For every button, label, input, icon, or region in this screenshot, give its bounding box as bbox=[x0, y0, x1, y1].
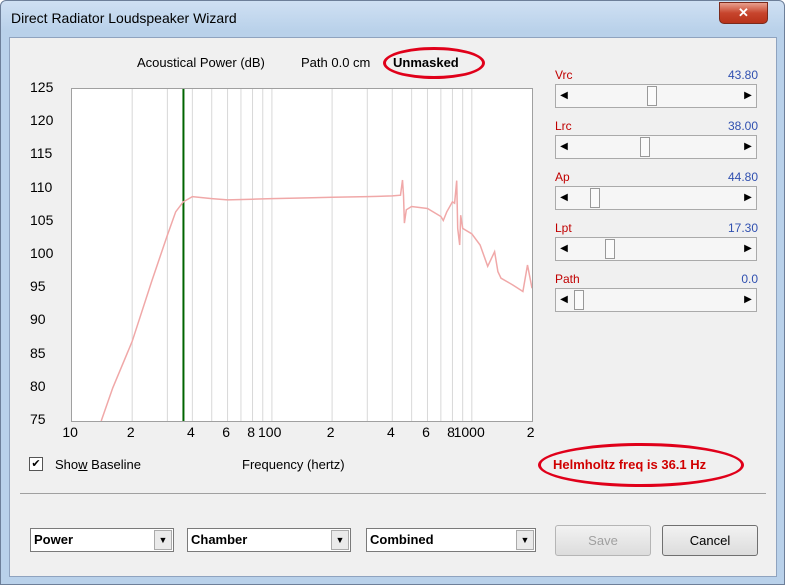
y-tick-label: 110 bbox=[30, 178, 53, 195]
scroll-right-arrow-icon[interactable]: ▶ bbox=[740, 289, 756, 311]
scroll-left-arrow-icon[interactable]: ◀ bbox=[556, 136, 572, 158]
x-tick-label: 2 bbox=[326, 424, 335, 440]
y-tick-label: 120 bbox=[30, 112, 54, 129]
x-tick-label: 6 bbox=[422, 424, 430, 440]
measure-select-value: Power bbox=[34, 532, 74, 547]
chevron-down-icon[interactable]: ▼ bbox=[331, 530, 349, 550]
slider-thumb[interactable] bbox=[605, 239, 616, 259]
scroll-left-arrow-icon[interactable]: ◀ bbox=[556, 289, 572, 311]
show-baseline-label-rest: Baseline bbox=[87, 457, 142, 472]
y-tick-label: 115 bbox=[30, 145, 53, 162]
y-tick-label: 125 bbox=[30, 79, 54, 95]
close-button[interactable]: ✕ bbox=[719, 2, 768, 24]
chevron-down-icon[interactable]: ▼ bbox=[154, 530, 172, 550]
scroll-left-arrow-icon[interactable]: ◀ bbox=[556, 85, 572, 107]
slider-vrc[interactable]: ◀ ▶ bbox=[555, 84, 757, 108]
y-tick-label: 105 bbox=[30, 211, 54, 228]
slider-value-lrc: 38.00 bbox=[727, 119, 758, 133]
enclosure-select-value: Chamber bbox=[191, 532, 248, 547]
chevron-down-icon[interactable]: ▼ bbox=[516, 530, 534, 550]
mode-select-value: Combined bbox=[370, 532, 434, 547]
x-tick-label: 2 bbox=[526, 424, 535, 440]
slider-lpt[interactable]: ◀ ▶ bbox=[555, 237, 757, 261]
slider-thumb[interactable] bbox=[574, 290, 584, 310]
slider-label-ap: Ap bbox=[555, 170, 570, 184]
show-baseline-mnemonic: w bbox=[78, 457, 88, 472]
acoustical-power-label: Acoustical Power (dB) bbox=[137, 55, 265, 70]
slider-value-lpt: 17.30 bbox=[727, 221, 758, 235]
scroll-right-arrow-icon[interactable]: ▶ bbox=[740, 85, 756, 107]
y-tick-label: 80 bbox=[30, 377, 46, 394]
slider-thumb[interactable] bbox=[639, 137, 650, 157]
scroll-left-arrow-icon[interactable]: ◀ bbox=[556, 238, 572, 260]
scroll-right-arrow-icon[interactable]: ▶ bbox=[740, 187, 756, 209]
dialog-window: Direct Radiator Loudspeaker Wizard ✕ Aco… bbox=[0, 0, 785, 585]
slider-label-lrc: Lrc bbox=[555, 119, 572, 133]
x-tick-label: 4 bbox=[386, 424, 395, 440]
dialog-client-area: Acoustical Power (dB) Path 0.0 cm Unmask… bbox=[9, 37, 777, 577]
slider-value-ap: 44.80 bbox=[727, 170, 758, 184]
mask-highlight-ring bbox=[383, 47, 485, 79]
measure-select[interactable]: Power ▼ bbox=[30, 528, 174, 552]
chart-svg bbox=[100, 89, 533, 422]
slider-label-vrc: Vrc bbox=[555, 68, 573, 82]
mode-select[interactable]: Combined ▼ bbox=[366, 528, 536, 552]
helmholtz-highlight-ring bbox=[538, 443, 744, 487]
enclosure-select[interactable]: Chamber ▼ bbox=[187, 528, 351, 552]
separator-line bbox=[20, 493, 766, 494]
slider-label-lpt: Lpt bbox=[555, 221, 572, 235]
slider-path[interactable]: ◀ ▶ bbox=[555, 288, 757, 312]
frequency-response-plot bbox=[71, 88, 533, 422]
x-tick-label: 1000 bbox=[453, 424, 485, 440]
y-tick-label: 95 bbox=[30, 278, 46, 295]
window-title: Direct Radiator Loudspeaker Wizard bbox=[11, 10, 237, 26]
y-tick-label: 100 bbox=[30, 245, 54, 261]
show-baseline-label[interactable]: Show Baseline bbox=[55, 457, 141, 472]
slider-thumb[interactable] bbox=[589, 188, 600, 208]
slider-thumb[interactable] bbox=[647, 86, 658, 106]
x-tick-label: 4 bbox=[187, 424, 195, 440]
y-tick-label: 75 bbox=[30, 411, 46, 427]
save-button[interactable]: Save bbox=[555, 525, 651, 556]
scroll-right-arrow-icon[interactable]: ▶ bbox=[740, 136, 756, 158]
slider-lrc[interactable]: ◀ ▶ bbox=[555, 135, 757, 159]
x-tick-label: 6 bbox=[222, 424, 231, 440]
slider-value-vrc: 43.80 bbox=[727, 68, 758, 82]
x-tick-label: 100 bbox=[258, 424, 282, 440]
response-curve bbox=[100, 179, 533, 422]
cancel-button[interactable]: Cancel bbox=[662, 525, 758, 556]
path-label: Path 0.0 cm bbox=[301, 55, 371, 70]
x-tick-label: 2 bbox=[126, 424, 135, 440]
show-baseline-checkbox[interactable]: ✔ bbox=[29, 457, 43, 471]
y-tick-label: 85 bbox=[30, 344, 46, 361]
slider-ap[interactable]: ◀ ▶ bbox=[555, 186, 757, 210]
slider-value-path: 0.0 bbox=[741, 272, 758, 286]
y-tick-label: 90 bbox=[30, 311, 46, 328]
x-axis-label: Frequency (hertz) bbox=[242, 457, 345, 472]
slider-label-path: Path bbox=[555, 272, 580, 286]
scroll-right-arrow-icon[interactable]: ▶ bbox=[740, 238, 756, 260]
scroll-left-arrow-icon[interactable]: ◀ bbox=[556, 187, 572, 209]
x-tick-label: 8 bbox=[247, 424, 256, 440]
title-bar[interactable]: Direct Radiator Loudspeaker Wizard ✕ bbox=[1, 1, 784, 35]
x-tick-label: 10 bbox=[62, 424, 78, 440]
show-baseline-label-part: Sho bbox=[55, 457, 79, 472]
